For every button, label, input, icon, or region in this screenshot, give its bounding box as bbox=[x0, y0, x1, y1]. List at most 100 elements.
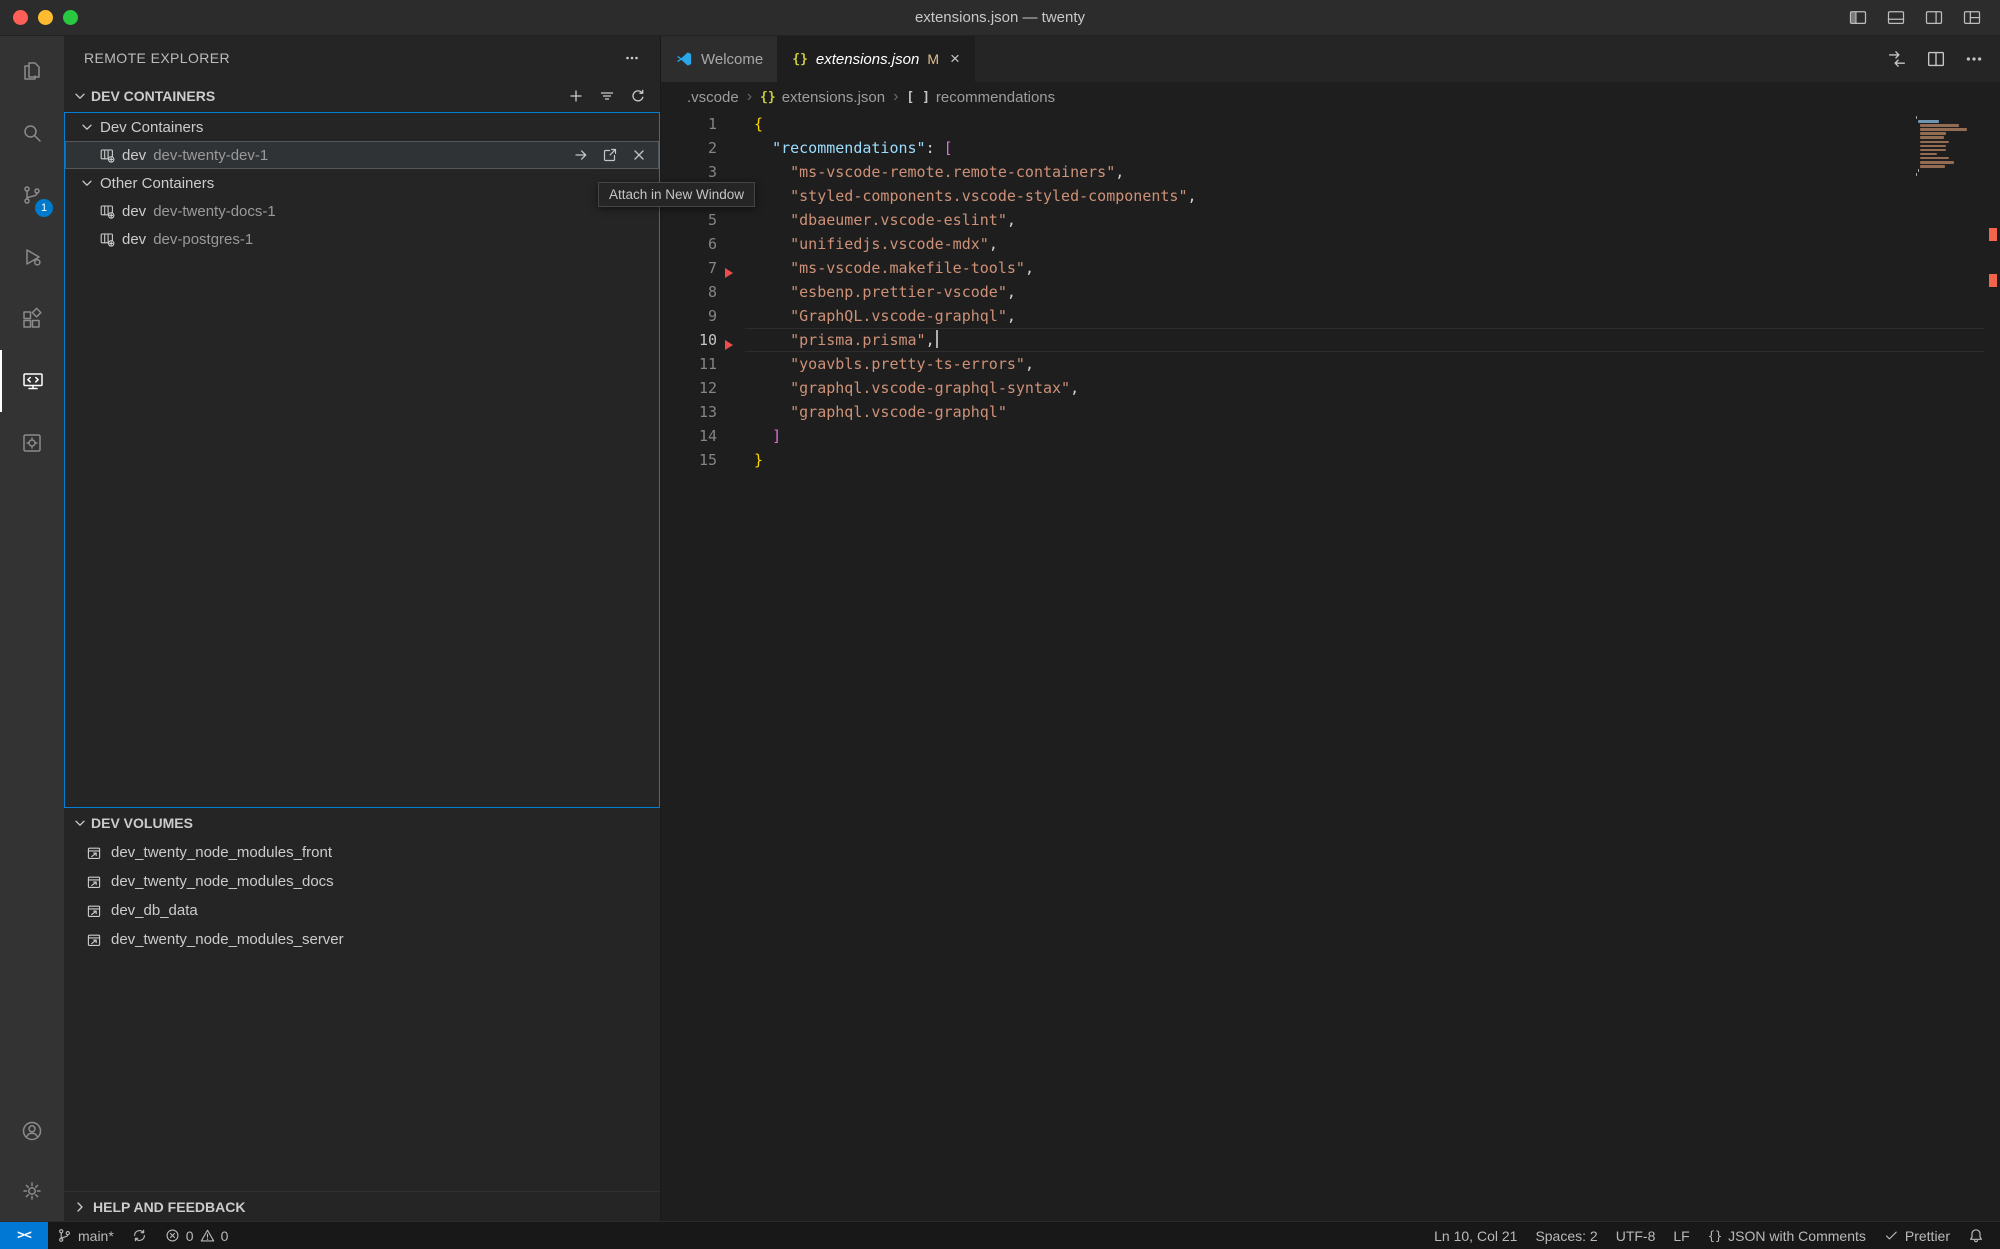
containers-icon bbox=[20, 431, 44, 455]
minimap-line bbox=[1920, 132, 1946, 135]
activitybar-remote-explorer[interactable] bbox=[0, 350, 64, 412]
container-group[interactable]: Other Containers bbox=[65, 169, 659, 197]
help-and-feedback-header[interactable]: HELP AND FEEDBACK bbox=[64, 1191, 660, 1221]
attach-new-window-button[interactable] bbox=[602, 147, 618, 163]
tab-label: extensions.json bbox=[816, 51, 919, 68]
branch-name: main* bbox=[78, 1228, 114, 1244]
gutter-marker bbox=[725, 340, 733, 350]
container-name: dev bbox=[122, 147, 146, 164]
volume-item[interactable]: dev_twenty_node_modules_docs bbox=[64, 867, 660, 896]
volume-item[interactable]: dev_twenty_node_modules_server bbox=[64, 925, 660, 954]
eol-setting[interactable]: LF bbox=[1664, 1222, 1698, 1249]
volume-name: dev_twenty_node_modules_front bbox=[111, 844, 332, 861]
breadcrumb-item[interactable]: {}extensions.json bbox=[760, 89, 885, 106]
modified-indicator: M bbox=[927, 51, 939, 67]
vscode-window: extensions.json — twenty 1 bbox=[0, 0, 2000, 1249]
activitybar-settings[interactable] bbox=[0, 1161, 64, 1221]
notifications-bell[interactable] bbox=[1959, 1222, 2000, 1249]
volume-item[interactable]: dev_db_data bbox=[64, 896, 660, 925]
volume-item[interactable]: dev_twenty_node_modules_front bbox=[64, 838, 660, 867]
remote-icon: >< bbox=[17, 1228, 31, 1243]
activitybar-run-debug[interactable] bbox=[0, 226, 64, 288]
remote-explorer-icon bbox=[21, 369, 45, 393]
container-item[interactable]: devdev-twenty-docs-1 bbox=[65, 197, 659, 225]
warning-icon bbox=[200, 1228, 215, 1243]
search-icon bbox=[20, 121, 44, 145]
code-line: "recommendations": [ bbox=[754, 136, 1910, 160]
gutter: 123456789101112131415 bbox=[661, 112, 717, 472]
activitybar-containers[interactable] bbox=[0, 412, 64, 474]
code-editor[interactable]: 123456789101112131415 { "recommendations… bbox=[661, 112, 2000, 1221]
customize-layout-icon[interactable] bbox=[1962, 8, 1982, 28]
list-filter-icon[interactable] bbox=[599, 88, 615, 104]
problems-indicator[interactable]: 0 0 bbox=[156, 1222, 238, 1249]
activitybar-source-control[interactable]: 1 bbox=[0, 164, 64, 226]
overview-ruler-mark bbox=[1989, 228, 1997, 241]
language-label: JSON with Comments bbox=[1728, 1228, 1866, 1244]
refresh-icon[interactable] bbox=[630, 88, 646, 104]
open-changes-icon[interactable] bbox=[1886, 48, 1908, 70]
sidebar-title: REMOTE EXPLORER bbox=[84, 50, 230, 66]
section-label: HELP AND FEEDBACK bbox=[93, 1199, 245, 1215]
section-dev-containers[interactable]: DEV CONTAINERS bbox=[64, 80, 660, 112]
container-name: dev bbox=[122, 203, 146, 220]
remove-container-button[interactable] bbox=[631, 147, 647, 163]
section-label: DEV CONTAINERS bbox=[91, 88, 215, 104]
gear-icon bbox=[20, 1179, 44, 1203]
more-actions-icon[interactable] bbox=[1964, 49, 1984, 69]
gutter-marker bbox=[725, 268, 733, 278]
activitybar-accounts[interactable] bbox=[0, 1101, 64, 1161]
container-icon bbox=[99, 203, 115, 219]
branch-indicator[interactable]: main* bbox=[48, 1222, 123, 1249]
minimap-line bbox=[1920, 149, 1946, 152]
new-container-icon[interactable] bbox=[568, 88, 584, 104]
tab-welcome[interactable]: Welcome bbox=[661, 36, 778, 82]
sync-button[interactable] bbox=[123, 1222, 156, 1249]
activitybar-extensions[interactable] bbox=[0, 288, 64, 350]
attach-container-button[interactable] bbox=[573, 147, 589, 163]
close-tab-icon[interactable]: × bbox=[950, 49, 960, 69]
json-symbol-icon: {} bbox=[760, 90, 776, 105]
encoding-setting[interactable]: UTF-8 bbox=[1607, 1222, 1665, 1249]
formatter-indicator[interactable]: Prettier bbox=[1875, 1222, 1959, 1249]
sidebar-more-actions-icon[interactable] bbox=[624, 50, 640, 66]
toggle-secondary-sidebar-icon[interactable] bbox=[1924, 8, 1944, 28]
breadcrumb-item[interactable]: .vscode bbox=[687, 89, 739, 106]
activitybar-search[interactable] bbox=[0, 102, 64, 164]
vscode-logo-icon bbox=[675, 50, 693, 68]
zoom-window-button[interactable] bbox=[63, 10, 78, 25]
line-number: 5 bbox=[661, 208, 717, 232]
remote-indicator[interactable]: >< bbox=[0, 1222, 48, 1249]
container-description: dev-postgres-1 bbox=[153, 231, 253, 248]
toggle-panel-icon[interactable] bbox=[1886, 8, 1906, 28]
minimap[interactable] bbox=[1916, 116, 1982, 177]
minimap-line bbox=[1920, 136, 1944, 139]
toggle-primary-sidebar-icon[interactable] bbox=[1848, 8, 1868, 28]
scm-badge: 1 bbox=[35, 199, 53, 217]
git-branch-icon bbox=[57, 1228, 72, 1243]
attach-tooltip: Attach in New Window bbox=[598, 182, 755, 207]
split-editor-icon[interactable] bbox=[1925, 48, 1947, 70]
tab-extensions-json[interactable]: {}extensions.jsonM× bbox=[778, 36, 975, 82]
line-number: 14 bbox=[661, 424, 717, 448]
cursor-position[interactable]: Ln 10, Col 21 bbox=[1425, 1222, 1526, 1249]
code-line: "ms-vscode.makefile-tools", bbox=[754, 256, 1910, 280]
breadcrumb-item[interactable]: [ ]recommendations bbox=[906, 89, 1055, 106]
code-line: "GraphQL.vscode-graphql", bbox=[754, 304, 1910, 328]
minimap-line bbox=[1916, 173, 1917, 176]
activitybar-explorer[interactable] bbox=[0, 40, 64, 102]
close-window-button[interactable] bbox=[13, 10, 28, 25]
section-dev-volumes: DEV VOLUMES dev_twenty_node_modules_fron… bbox=[64, 808, 660, 954]
indentation-setting[interactable]: Spaces: 2 bbox=[1526, 1222, 1606, 1249]
language-mode[interactable]: {} JSON with Comments bbox=[1699, 1222, 1875, 1249]
line-number: 7 bbox=[661, 256, 717, 280]
container-group[interactable]: Dev Containers bbox=[65, 113, 659, 141]
code-line: "graphql.vscode-graphql" bbox=[754, 400, 1910, 424]
breadcrumb-separator-icon: › bbox=[747, 88, 752, 106]
dev-volumes-header[interactable]: DEV VOLUMES bbox=[64, 808, 660, 838]
container-item[interactable]: devdev-postgres-1 bbox=[65, 225, 659, 253]
minimap-line bbox=[1920, 128, 1967, 131]
minimize-window-button[interactable] bbox=[38, 10, 53, 25]
files-icon bbox=[20, 59, 44, 83]
container-item[interactable]: devdev-twenty-dev-1 bbox=[65, 141, 659, 169]
